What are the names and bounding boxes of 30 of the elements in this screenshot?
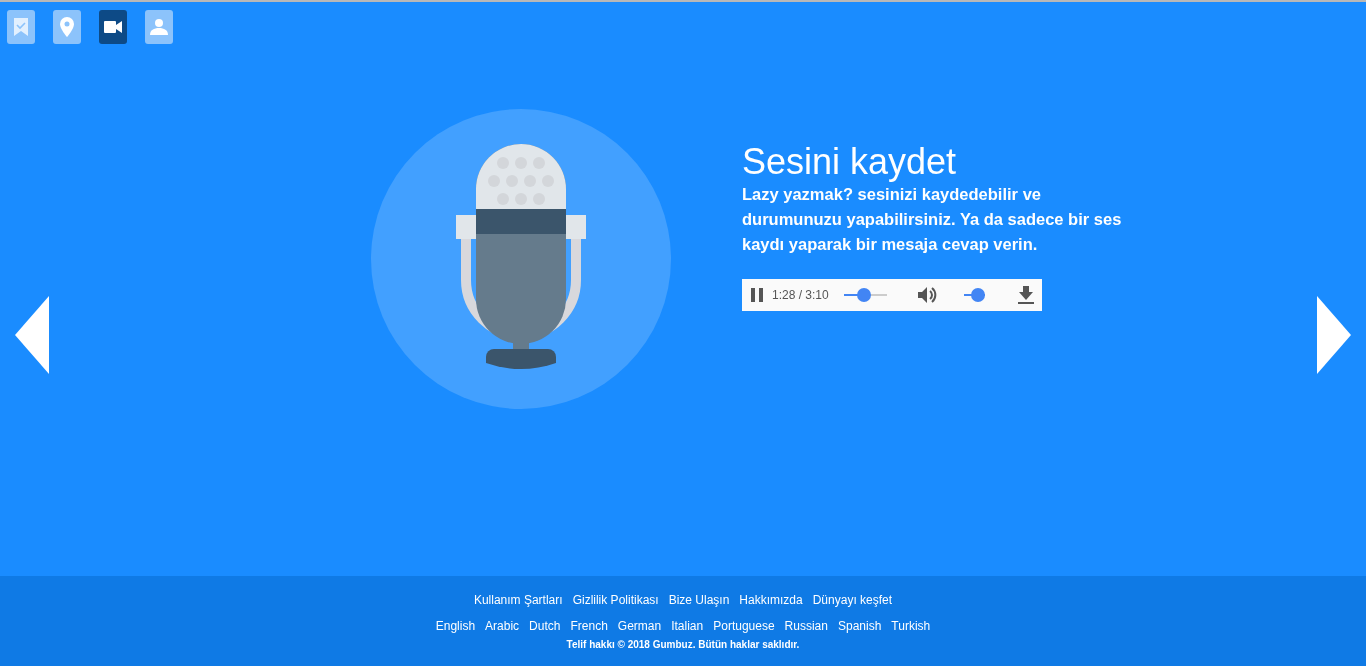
language-link[interactable]: Arabic — [485, 619, 520, 633]
bookmark-icon — [13, 18, 29, 36]
pause-button[interactable] — [750, 287, 764, 303]
language-link[interactable]: English — [435, 619, 476, 633]
language-link[interactable]: Portuguese — [713, 619, 775, 633]
language-link[interactable]: German — [617, 619, 662, 633]
language-link[interactable]: Russian — [784, 619, 828, 633]
location-pin-icon — [59, 17, 75, 37]
slide-title: Sesini kaydet — [742, 142, 958, 182]
language-link[interactable]: Turkish — [891, 619, 931, 633]
person-icon — [150, 19, 168, 35]
video-camera-icon — [104, 21, 122, 33]
previous-arrow[interactable] — [15, 296, 51, 374]
volume-button[interactable] — [918, 286, 939, 304]
download-button[interactable] — [1018, 286, 1034, 304]
footer-link[interactable]: Dünyayı keşfet — [812, 593, 893, 607]
language-link[interactable]: Spanish — [837, 619, 882, 633]
footer-link[interactable]: Bize Ulaşın — [668, 593, 730, 607]
slide-description: Lazy yazmak? sesinizi kaydedebilir ve durumunuzu yapabilirsiniz. Ya da sadece bir ses kaydı yaparak bir mesaja cevap verin. — [742, 184, 1123, 255]
footer-link[interactable]: Hakkımızda — [739, 593, 803, 607]
playback-time: 1:28 / 3:10 — [772, 288, 829, 302]
volume-slider[interactable] — [964, 288, 985, 302]
language-link[interactable]: French — [570, 619, 608, 633]
copyright-text: Telif hakkı © 2018 Gumbuz. Bütün haklar saklıdır. — [566, 639, 800, 650]
language-link[interactable]: Dutch — [529, 619, 561, 633]
next-arrow[interactable] — [1315, 296, 1351, 374]
footer-link[interactable]: Gizlilik Politikası — [572, 593, 659, 607]
language-link[interactable]: Italian — [671, 619, 704, 633]
nav-button[interactable] — [99, 10, 127, 44]
footer-link[interactable]: Kullanım Şartları — [473, 593, 563, 607]
